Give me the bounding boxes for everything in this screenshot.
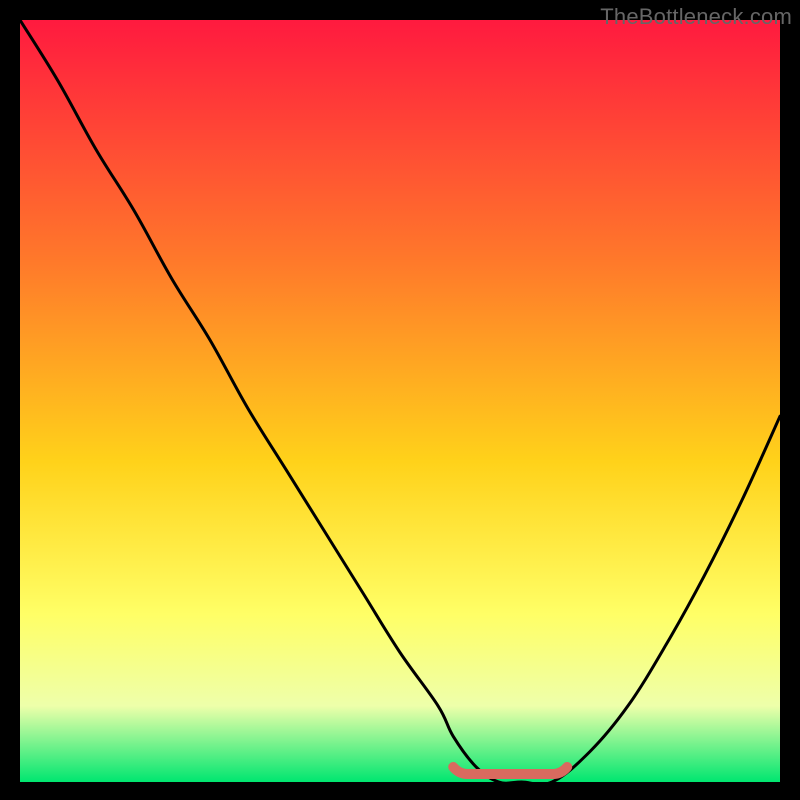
gradient-background [20, 20, 780, 782]
watermark-text: TheBottleneck.com [600, 4, 792, 30]
chart-frame [20, 20, 780, 782]
bottleneck-plot [20, 20, 780, 782]
